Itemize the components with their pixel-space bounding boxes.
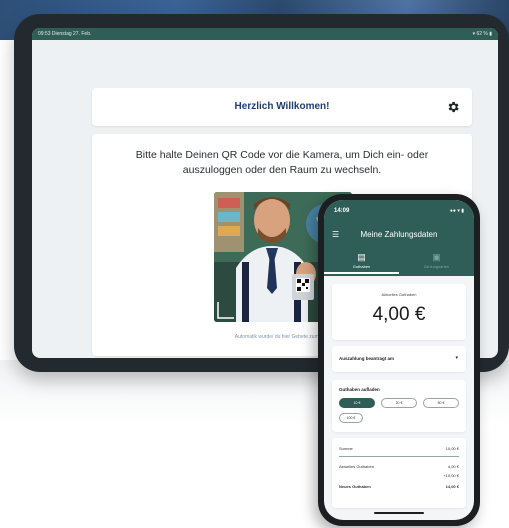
- wallet-icon: ▤: [357, 252, 366, 262]
- summary-divider: [339, 456, 459, 457]
- topup-option-50[interactable]: 50 €: [423, 398, 459, 408]
- welcome-title: Herzlich Willkomen!: [234, 101, 330, 112]
- summary-added-value: +10,00 €: [443, 473, 459, 478]
- balance-label: Aktuelles Guthaben: [381, 292, 417, 297]
- summary-new-value: 14,00 €: [445, 484, 459, 489]
- topup-label: Guthaben aufladen: [339, 387, 380, 392]
- tab-zahlungsarten[interactable]: ▣ Zahlungsarten: [399, 252, 474, 269]
- summary-row-new: Neues Guthaben 14,00 €: [339, 484, 459, 489]
- tablet-status-bar: 09:53 Dienstag 27. Feb. ▾ 62 % ▮: [32, 28, 498, 40]
- home-indicator: [374, 512, 424, 514]
- phone-page-title: Meine Zahlungsdaten: [360, 230, 438, 239]
- summary-current-value: 4,00 €: [447, 464, 459, 469]
- summary-sum-value: 10,00 €: [445, 446, 459, 451]
- active-tab-indicator: [324, 272, 399, 274]
- summary-card: Summe 10,00 € Aktuelles Guthaben 4,00 € …: [332, 438, 466, 508]
- topup-option-20[interactable]: 20 €: [381, 398, 417, 408]
- phone-status-time: 14:09: [334, 208, 350, 214]
- topup-option-100[interactable]: 100 €: [339, 413, 363, 423]
- phone-device: 14:09 ●● ▾ ▮ ☰ Meine Zahlungsdaten ▤ Gut…: [318, 194, 480, 526]
- tab-zahlungsarten-label: Zahlungsarten: [423, 264, 450, 269]
- topup-option-10[interactable]: 10 €: [339, 398, 375, 408]
- tab-guthaben[interactable]: ▤ Guthaben: [324, 252, 399, 269]
- document-icon: ▣: [432, 252, 441, 262]
- phone-screen: 14:09 ●● ▾ ▮ ☰ Meine Zahlungsdaten ▤ Gut…: [324, 200, 474, 520]
- phone-status-icons: ●● ▾ ▮: [449, 208, 464, 214]
- scan-instruction: Bitte halte Deinen QR Code vor die Kamer…: [135, 149, 429, 176]
- balance-card: Aktuelles Guthaben 4,00 €: [332, 284, 466, 340]
- tablet-status-battery: ▾ 62 % ▮: [472, 31, 492, 37]
- tab-guthaben-label: Guthaben: [352, 264, 371, 269]
- payout-dropdown[interactable]: Auszahlung beantragt am ▾: [332, 346, 466, 372]
- topup-card: Guthaben aufladen 10 € 20 € 50 € 100 €: [332, 380, 466, 432]
- summary-sum-label: Summe: [339, 446, 353, 451]
- gear-icon[interactable]: [446, 100, 460, 114]
- summary-new-label: Neues Guthaben: [339, 484, 371, 489]
- summary-row-sum: Summe 10,00 €: [339, 446, 459, 451]
- summary-current-label: Aktuelles Guthaben: [339, 464, 374, 469]
- chevron-down-icon: ▾: [455, 355, 458, 361]
- summary-row-current: Aktuelles Guthaben 4,00 €: [339, 464, 459, 469]
- balance-value: 4,00 €: [372, 304, 426, 325]
- phone-header: 14:09 ●● ▾ ▮ ☰ Meine Zahlungsdaten ▤ Gut…: [324, 200, 474, 276]
- welcome-card: Herzlich Willkomen!: [92, 88, 472, 126]
- payout-label: Auszahlung beantragt am: [339, 356, 395, 361]
- tablet-status-time: 09:53 Dienstag 27. Feb.: [38, 31, 92, 37]
